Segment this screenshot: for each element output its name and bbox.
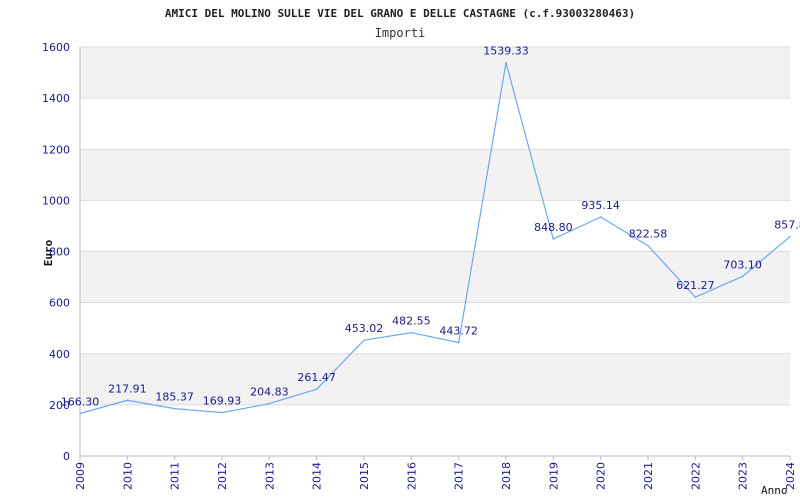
data-label: 482.55 xyxy=(392,315,431,328)
x-tick-label: 2016 xyxy=(405,462,418,490)
data-label: 822.58 xyxy=(629,228,668,241)
x-tick-label: 2019 xyxy=(547,462,560,490)
data-label: 217.91 xyxy=(108,382,147,395)
data-label: 166.30 xyxy=(61,395,100,408)
x-tick-label: 2022 xyxy=(689,462,702,490)
data-point xyxy=(363,339,365,341)
y-tick-label: 1400 xyxy=(42,92,70,105)
data-point xyxy=(789,235,791,238)
x-tick-label: 2020 xyxy=(595,462,608,490)
data-point xyxy=(647,244,649,247)
x-tick-label: 2012 xyxy=(216,462,229,490)
data-point xyxy=(173,407,176,410)
data-label: 261.47 xyxy=(297,371,336,384)
data-label: 204.83 xyxy=(250,386,289,399)
data-label: 1539.33 xyxy=(483,45,529,58)
data-point xyxy=(505,61,507,64)
x-tick-label: 2011 xyxy=(169,462,182,490)
data-label: 621.27 xyxy=(676,279,715,292)
data-point xyxy=(268,402,271,405)
data-label: 857.8 xyxy=(774,219,800,232)
data-point xyxy=(694,296,697,298)
chart-title: AMICI DEL MOLINO SULLE VIE DEL GRANO E D… xyxy=(165,7,635,20)
chart-subtitle: Importi xyxy=(375,26,426,40)
data-label: 848.80 xyxy=(534,221,573,234)
y-tick-label: 600 xyxy=(49,297,70,310)
grid-band xyxy=(80,47,790,99)
x-axis-label: Anno xyxy=(761,484,788,497)
data-label: 935.14 xyxy=(581,199,620,212)
x-tick-label: 2014 xyxy=(311,462,324,490)
data-point xyxy=(741,275,744,278)
data-label: 703.10 xyxy=(723,258,762,271)
x-tick-label: 2018 xyxy=(500,462,513,490)
data-label: 169.93 xyxy=(203,395,242,408)
data-point xyxy=(315,388,318,390)
data-label: 453.02 xyxy=(345,322,384,335)
line-chart: 02004006008001000120014001600 2009 2010 20… xyxy=(0,0,800,500)
x-tick-label: 2015 xyxy=(358,462,371,490)
grid-band xyxy=(80,251,790,303)
y-axis-label: Euro xyxy=(42,239,55,266)
data-label: 443.72 xyxy=(439,325,478,338)
data-point xyxy=(410,331,413,334)
y-tick-label: 0 xyxy=(63,450,70,463)
x-tick-label: 2023 xyxy=(737,462,750,490)
data-point xyxy=(79,412,81,415)
x-tick-label: 2013 xyxy=(263,462,276,490)
x-tick-label: 2017 xyxy=(453,462,466,490)
data-point xyxy=(457,341,460,344)
data-point xyxy=(552,238,555,240)
grid-band xyxy=(80,149,790,201)
data-point xyxy=(599,216,602,218)
x-tick-label: 2010 xyxy=(121,462,134,490)
y-tick-label: 400 xyxy=(49,348,70,361)
x-tick-label: 2009 xyxy=(74,462,87,490)
x-tick-label: 2021 xyxy=(642,462,655,490)
data-label: 185.37 xyxy=(155,391,194,404)
y-tick-label: 1000 xyxy=(42,194,70,207)
y-tick-label: 1600 xyxy=(42,41,70,54)
data-point xyxy=(221,411,223,414)
y-tick-label: 1200 xyxy=(42,143,70,156)
data-point xyxy=(126,399,129,402)
